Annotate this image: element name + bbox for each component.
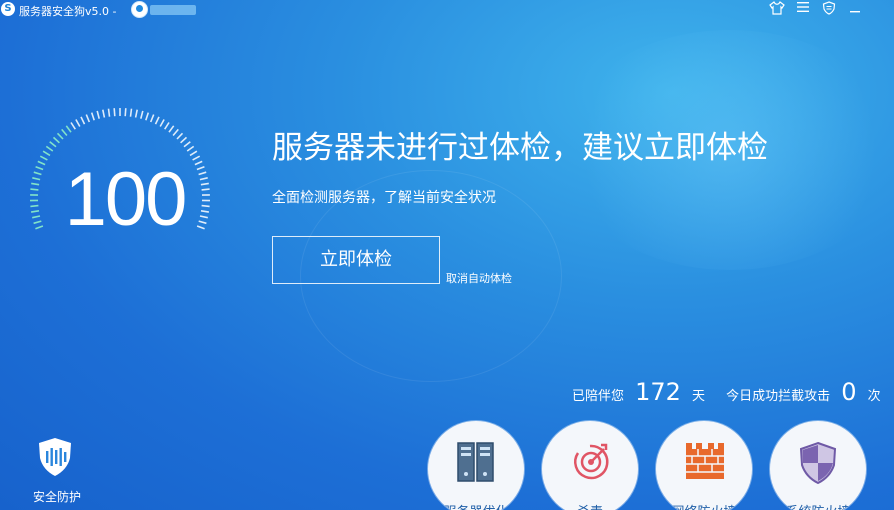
gauge-tick xyxy=(196,225,205,230)
shield-icon xyxy=(799,441,837,485)
gauge-tick xyxy=(199,177,208,181)
gauge-tick xyxy=(65,125,72,133)
gauge-tick xyxy=(35,225,44,230)
gauge-tick xyxy=(52,136,60,144)
gauge-tick xyxy=(45,145,54,152)
shirt-icon[interactable] xyxy=(768,1,786,17)
gauge-tick xyxy=(201,204,210,208)
gauge-tick xyxy=(201,188,210,191)
module-antivirus[interactable]: 杀毒 xyxy=(542,421,638,510)
stats-line: 已陪伴您 172 天 今日成功拦截攻击 0 次 xyxy=(572,378,881,406)
shield-icon[interactable] xyxy=(820,1,838,17)
gauge-tick xyxy=(56,132,64,140)
gauge-tick xyxy=(85,114,91,123)
user-name-redacted xyxy=(150,5,196,15)
title-bar[interactable]: S 服务器安全狗v5.0 - xyxy=(0,0,894,20)
gauge-tick xyxy=(49,141,57,148)
gauge-tick xyxy=(75,119,81,127)
gauge-tick xyxy=(33,171,42,176)
accompanied-unit: 天 xyxy=(692,389,706,404)
gauge-tick xyxy=(180,136,188,144)
gauge-tick xyxy=(199,215,208,219)
security-dog-main-window: S 服务器安全狗v5.0 - 100 服务器未进行过体检，建议立即体检 全面检测… xyxy=(0,0,894,510)
gauge-tick xyxy=(196,165,205,171)
gauge-tick xyxy=(32,215,41,219)
gauge-tick xyxy=(172,128,179,137)
accompanied-days: 172 xyxy=(635,378,681,406)
gauge-tick xyxy=(31,182,40,186)
gauge-tick xyxy=(30,210,40,213)
gauge-tick xyxy=(198,171,207,176)
gauge-tick xyxy=(124,108,127,117)
gauge-tick xyxy=(183,141,191,148)
gauge-tick xyxy=(129,108,133,117)
module-network-firewall[interactable]: 网络防火墙 xyxy=(656,421,752,510)
module-label: 杀毒 xyxy=(542,501,638,510)
gauge-tick xyxy=(30,204,39,208)
app-title: 服务器安全狗v5.0 - xyxy=(19,5,117,18)
menu-icon[interactable] xyxy=(794,1,812,17)
health-score: 100 xyxy=(64,157,188,242)
gauge-tick xyxy=(168,125,175,133)
gauge-tick xyxy=(159,119,165,127)
gauge-tick xyxy=(35,165,44,171)
firewall-icon xyxy=(686,443,724,479)
gauge-tick xyxy=(96,110,100,119)
blocked-unit: 次 xyxy=(867,389,881,404)
gauge-tick xyxy=(61,128,68,137)
target-icon xyxy=(574,443,609,480)
gauge-tick xyxy=(102,109,106,118)
gauge-tick xyxy=(33,220,42,225)
gauge-tick xyxy=(90,112,95,121)
minimize-icon[interactable] xyxy=(846,1,864,17)
module-label: 服务器优化 xyxy=(428,501,524,510)
gauge-tick xyxy=(186,145,195,152)
server-rack-icon xyxy=(457,442,494,482)
gauge-tick xyxy=(107,108,111,117)
gauge-tick xyxy=(194,160,203,166)
module-label: 系统防火墙 xyxy=(770,501,866,510)
gauge-tick xyxy=(70,122,76,130)
gauge-tick xyxy=(200,210,210,213)
blocked-count: 0 xyxy=(841,378,857,406)
gauge-tick xyxy=(80,116,86,125)
user-avatar-icon[interactable] xyxy=(131,1,148,18)
gauge-tick xyxy=(39,155,48,161)
gauge-tick xyxy=(145,112,150,121)
blocked-prefix: 今日成功拦截攻击 xyxy=(726,389,831,404)
gauge-tick xyxy=(32,177,41,181)
module-label: 网络防火墙 xyxy=(656,501,752,510)
gauge-tick xyxy=(200,182,209,186)
gauge-tick xyxy=(42,150,51,157)
gauge-tick xyxy=(198,220,207,225)
accompanied-prefix: 已陪伴您 xyxy=(572,389,625,404)
gauge-tick xyxy=(37,160,46,166)
security-protection-icon[interactable] xyxy=(36,436,74,478)
check-now-button[interactable]: 立即体检 xyxy=(272,236,440,284)
gauge-tick xyxy=(176,132,184,140)
app-logo-icon: S xyxy=(1,2,15,16)
cancel-auto-check-link[interactable]: 取消自动体检 xyxy=(446,270,512,286)
subtitle: 全面检测服务器，了解当前安全状况 xyxy=(272,190,496,206)
module-server-optimize[interactable]: 服务器优化 xyxy=(428,421,524,510)
gauge-tick xyxy=(134,109,138,118)
gauge-tick xyxy=(113,108,116,117)
gauge-tick xyxy=(149,114,155,123)
gauge-tick xyxy=(154,116,160,125)
gauge-tick xyxy=(164,122,170,130)
page-title: 服务器未进行过体检，建议立即体检 xyxy=(272,130,768,166)
module-system-firewall[interactable]: 系统防火墙 xyxy=(770,421,866,510)
security-protection-label: 安全防护 xyxy=(33,490,82,504)
gauge-tick xyxy=(30,188,39,191)
gauge-tick xyxy=(140,110,144,119)
gauge-tick xyxy=(189,150,198,157)
